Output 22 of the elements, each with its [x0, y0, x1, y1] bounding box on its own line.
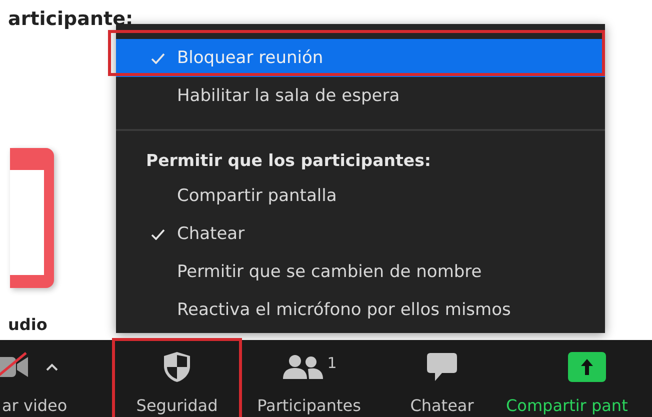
toolbar-button[interactable]: Compartir pant	[506, 340, 628, 417]
toolbar-button[interactable]: Chatear	[392, 340, 492, 417]
menu-item[interactable]: Reactiva el micrófono por ellos mismos	[116, 291, 605, 329]
toolbar-button[interactable]: 1 Participantes	[248, 340, 370, 417]
menu-item[interactable]: Chatear	[116, 215, 605, 253]
menu-item[interactable]: Habilitar la sala de espera	[116, 77, 605, 115]
share-screen-icon	[568, 352, 606, 382]
section-heading: articipante:	[8, 8, 134, 30]
menu-item[interactable]: Compartir pantalla	[116, 177, 605, 215]
chat-bubble-icon	[426, 352, 458, 382]
menu-item[interactable]: Bloquear reunión	[116, 39, 605, 77]
menu-header: Permitir que los participantes:	[145, 150, 432, 172]
toolbar-button[interactable]: Seguridad	[112, 340, 242, 417]
shield-icon	[163, 351, 191, 383]
section-label: udio	[8, 315, 48, 334]
caret-icon[interactable]	[46, 363, 58, 371]
participant-count: 1	[327, 354, 337, 372]
checkmark-icon	[151, 228, 165, 240]
menu-item[interactable]: Permitir que se cambien de nombre	[116, 253, 605, 291]
people-icon	[281, 354, 326, 380]
toolbar-button[interactable]: ar video	[0, 340, 90, 417]
checkmark-icon	[151, 52, 165, 64]
